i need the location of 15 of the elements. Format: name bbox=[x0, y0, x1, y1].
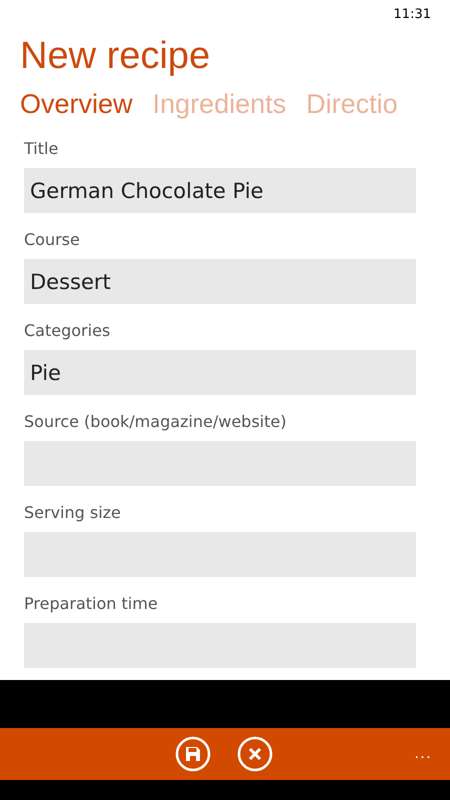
input-field[interactable]: German Chocolate Pie bbox=[24, 168, 416, 213]
close-icon[interactable] bbox=[237, 736, 273, 772]
status-time: 11:31 bbox=[394, 6, 431, 24]
page-title: New recipe bbox=[20, 37, 210, 75]
field-label: Categories bbox=[24, 320, 112, 342]
field-label: Preparation time bbox=[24, 593, 159, 615]
more-button[interactable]: ... bbox=[414, 744, 432, 764]
field-label: Course bbox=[24, 229, 81, 251]
field-label: Source (book/magazine/website) bbox=[24, 411, 288, 433]
input-field[interactable]: Pie bbox=[24, 350, 416, 395]
field-label: Title bbox=[24, 138, 60, 160]
field-label: Serving size bbox=[24, 502, 122, 524]
tab[interactable]: Overview bbox=[20, 90, 133, 118]
save-icon[interactable] bbox=[175, 736, 211, 772]
input-field[interactable]: Dessert bbox=[24, 259, 416, 304]
